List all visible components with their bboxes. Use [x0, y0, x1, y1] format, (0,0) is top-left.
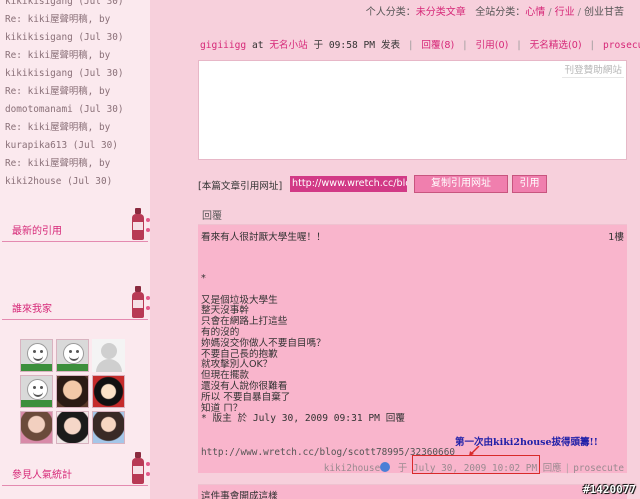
- recent-comment-item[interactable]: kikikisigang (Jul 30): [5, 29, 147, 47]
- site-category-link[interactable]: 心情: [525, 7, 545, 18]
- separator: |: [589, 40, 596, 51]
- widget-visitors: 誰來我家: [2, 286, 150, 320]
- recent-comment-item[interactable]: Re: kiki屋聲明稿, by: [5, 83, 147, 101]
- recent-comment-item[interactable]: Re: kiki屋聲明稿, by: [5, 155, 147, 173]
- wretch-pick-link[interactable]: 无名精选(0): [530, 40, 582, 51]
- bottle-icon: [132, 208, 150, 240]
- annotation-highlight-box: [412, 455, 540, 474]
- post-time: 09:58 PM: [328, 40, 376, 51]
- widget-popularity: 參見人氣統計: [2, 452, 150, 486]
- personal-category-link[interactable]: 未分类文章: [416, 7, 466, 18]
- recent-comment-item[interactable]: Re: kiki屋聲明稿, by: [5, 11, 147, 29]
- recent-comment-item[interactable]: kikikisigang (Jul 30): [5, 65, 147, 83]
- comment-line: 妳媽沒交你做人不要自目嗎？: [201, 337, 326, 349]
- separator: |: [461, 40, 468, 51]
- visitor-avatar[interactable]: [92, 375, 125, 408]
- visitor-avatar[interactable]: [20, 339, 53, 372]
- bottle-icon: [132, 452, 150, 484]
- copy-trackback-url-button[interactable]: 复制引用网址: [414, 175, 508, 193]
- comment-title: 看來有人很討厭大學生喔！！: [201, 232, 326, 243]
- visitor-avatar[interactable]: [56, 375, 89, 408]
- post-meta: gigiiigg at 无名小站 于 09:58 PM 发表 | 回覆(8) |…: [200, 37, 640, 51]
- prosecute-link[interactable]: prosecute: [603, 40, 640, 51]
- sponsor-ad-label[interactable]: 刊登贊助網站: [562, 61, 624, 78]
- owner-reply-note: * 版主 於 July 30, 2009 09:31 PM 回覆: [201, 413, 405, 425]
- recent-comment-item[interactable]: kurapika613 (Jul 30): [5, 137, 147, 155]
- comment-body: * 又是個垃圾大學生 整天沒事幹 只會在網路上打這些 有的沒的 妳媽沒交你做人不要自目嗎？…: [201, 273, 405, 425]
- site-category-link[interactable]: 行业: [555, 7, 575, 18]
- recent-comment-item[interactable]: kiki2house (Jul 30): [5, 173, 147, 191]
- comment-box: 這件事會開成這樣: [198, 484, 627, 499]
- separator: |: [407, 40, 414, 51]
- comment-line: 所以 不要自暴自棄了: [201, 391, 291, 403]
- visitor-avatar[interactable]: [20, 411, 53, 444]
- trackback-button[interactable]: 引用: [512, 175, 547, 193]
- site-category-link[interactable]: 创业甘苦: [584, 7, 624, 18]
- replies-link[interactable]: 回覆(8): [421, 40, 454, 51]
- visitor-avatar[interactable]: [56, 411, 89, 444]
- separator: |: [564, 463, 571, 474]
- visitor-avatar[interactable]: [20, 375, 53, 408]
- reply-link[interactable]: 回應: [543, 463, 562, 474]
- visitor-avatar[interactable]: [92, 339, 125, 372]
- trackback-url-field[interactable]: http://www.wretch.cc/blog/: [290, 176, 407, 192]
- category-breadcrumb: 个人分类：未分类文章 全站分类：心情 / 行业 / 创业甘苦: [366, 3, 624, 18]
- trackback-label: [本篇文章引用网址]: [198, 181, 283, 192]
- widget-title: 誰來我家: [12, 304, 52, 315]
- watermark: #1420077: [583, 483, 636, 496]
- recent-comment-item[interactable]: kikikisigang (Jul 30): [5, 0, 147, 11]
- recent-comment-item[interactable]: domotomanami (Jul 30): [5, 101, 147, 119]
- recent-comment-item[interactable]: Re: kiki屋聲明稿, by: [5, 47, 147, 65]
- replies-heading: 回覆: [202, 211, 222, 222]
- separator: /: [577, 7, 581, 18]
- recent-comment-item[interactable]: Re: kiki屋聲明稿, by: [5, 119, 147, 137]
- personal-category-label: 个人分类：: [365, 7, 416, 18]
- recent-comments-list: kikikisigang (Jul 30) Re: kiki屋聲明稿, by k…: [5, 0, 147, 191]
- comment-author-link[interactable]: kiki2house: [324, 463, 380, 474]
- comment-title: 這件事會開成這樣: [201, 491, 278, 499]
- main-content: 个人分类：未分类文章 全站分类：心情 / 行业 / 创业甘苦 gigiiigg at 无…: [150, 0, 640, 499]
- post-author-link[interactable]: gigiiigg: [200, 40, 246, 51]
- sponsor-ad-box[interactable]: 刊登贊助網站: [198, 60, 627, 160]
- comment-line: *: [201, 273, 206, 284]
- sidebar: kikikisigang (Jul 30) Re: kiki屋聲明稿, by k…: [0, 0, 150, 499]
- visitor-avatar[interactable]: [92, 411, 125, 444]
- comment-on: 于: [397, 463, 408, 474]
- widget-latest-trackbacks: 最新的引用: [2, 208, 150, 242]
- post-at: at: [252, 40, 264, 51]
- comment-floor-number: 1樓: [608, 232, 624, 243]
- trackbacks-link[interactable]: 引用(0): [476, 40, 509, 51]
- separator: /: [548, 7, 552, 18]
- site-category-label: 全站分类：: [475, 7, 526, 18]
- widget-title: 參見人氣統計: [12, 470, 72, 481]
- post-on: 于: [313, 40, 324, 51]
- separator: |: [516, 40, 522, 51]
- comment-prosecute-link[interactable]: prosecute: [573, 463, 624, 474]
- visitor-avatar[interactable]: [56, 339, 89, 372]
- globe-icon[interactable]: [380, 462, 391, 472]
- widget-title: 最新的引用: [12, 226, 62, 237]
- post-published: 发表: [380, 40, 401, 51]
- comment-line: [201, 285, 405, 296]
- blog-name-link[interactable]: 无名小站: [269, 40, 307, 51]
- bottle-icon: [132, 286, 150, 318]
